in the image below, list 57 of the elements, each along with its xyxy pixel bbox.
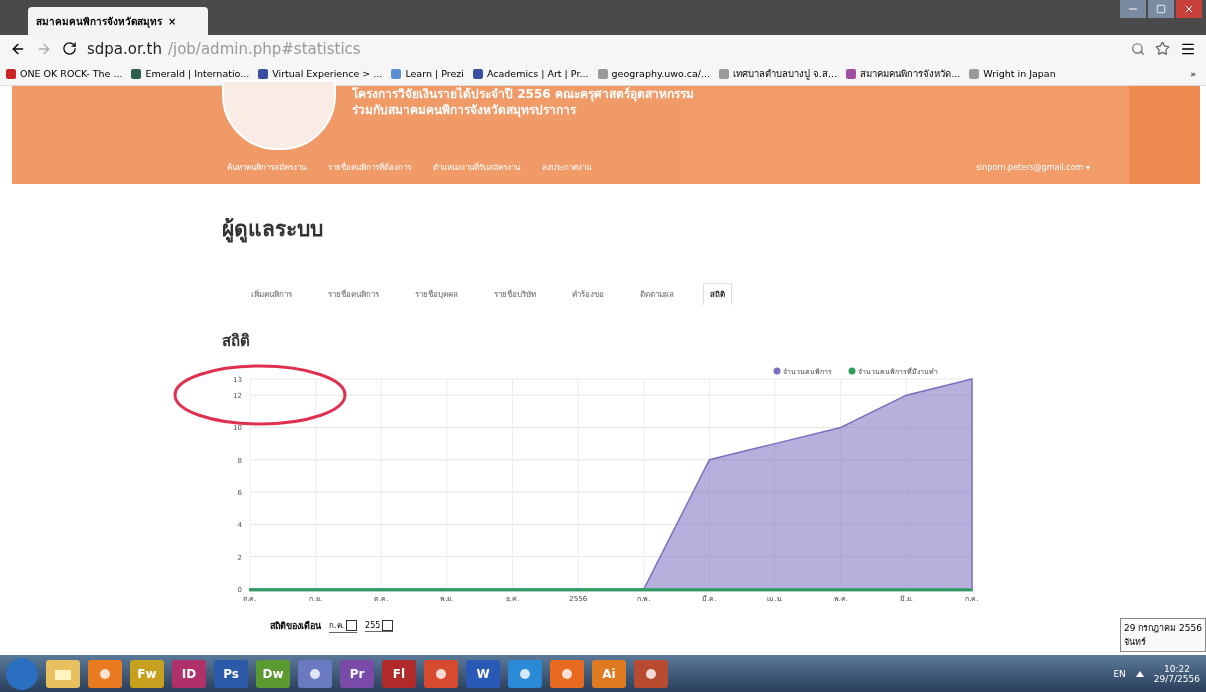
tab[interactable]: รายชื่อคนพิการ [321, 283, 386, 305]
language-indicator[interactable]: EN [1113, 668, 1126, 679]
bookmark[interactable]: geography.uwo.ca/... [597, 68, 711, 79]
app-icon [308, 666, 322, 681]
taskbar-app[interactable]: W [466, 659, 500, 688]
date-tooltip: 29 กรกฎาคม 2556 จันทร์ [1119, 618, 1206, 652]
bookmark[interactable]: เทศบาลตำบลบางปู จ.ส... [719, 66, 838, 81]
start-button[interactable] [6, 657, 38, 690]
bookmark[interactable]: Emerald | Internatio... [131, 68, 250, 79]
clock[interactable]: 10:22 29/7/2556 [1153, 663, 1200, 684]
taskbar-app[interactable] [550, 659, 584, 688]
app-icon [560, 666, 574, 681]
taskbar-app[interactable]: Ps [214, 659, 248, 688]
tab[interactable]: สถิติ [703, 283, 732, 305]
taskbar-app[interactable]: ID [172, 659, 206, 688]
app-icon [98, 666, 112, 681]
reload-icon[interactable] [62, 41, 77, 56]
star-icon[interactable] [1155, 41, 1170, 56]
maximize-icon [1156, 4, 1166, 14]
more-bookmarks[interactable]: » [1190, 68, 1196, 79]
taskbar-app[interactable] [46, 659, 80, 688]
app-icon [644, 666, 658, 681]
header-title: โครงการวิจัยเงินรายได้ประจำปี 2556 คณะครุศาสตร์อุตสาหกรรม [352, 86, 695, 102]
filter-label: สถิติของเดือน [270, 619, 321, 633]
section-title: สถิติ [222, 331, 251, 352]
tab[interactable]: เพิ่มคนพิการ [244, 283, 299, 305]
taskbar-app[interactable] [298, 659, 332, 688]
bookmark[interactable]: สมาคมคนพิการจังหวัด... [846, 66, 961, 81]
close-button[interactable] [1176, 0, 1202, 18]
close-icon [1183, 3, 1195, 15]
tray-arrow-icon[interactable] [1135, 670, 1144, 677]
bookmark[interactable]: ONE OK ROCK- The ... [6, 68, 123, 79]
taskbar-app[interactable]: Dw [256, 659, 290, 688]
page-title: ผู้ดูแลระบบ [222, 216, 324, 245]
year-select[interactable]: 255 [365, 620, 394, 632]
tab[interactable]: รายชื่อบริษัท [487, 283, 543, 305]
app-icon [434, 666, 448, 681]
app-icon [518, 666, 532, 681]
header-subtitle: ร่วมกับสมาคมคนพิการจังหวัดสมุทรปราการ [352, 102, 578, 118]
bookmark[interactable]: Wright in Japan [969, 68, 1056, 79]
tab[interactable]: รายชื่อบุคคล [408, 283, 465, 305]
close-icon[interactable]: × [168, 15, 177, 27]
month-select[interactable]: ก.ค. [329, 619, 358, 633]
taskbar-app[interactable]: Pr [340, 659, 374, 688]
browser-tab[interactable]: สมาคมคนพิการจังหวัดสมุทร × [28, 7, 208, 35]
bookmark[interactable]: Virtual Experience > ... [258, 68, 383, 79]
bookmark[interactable]: Academics | Art | Pr... [472, 68, 589, 79]
bookmark[interactable]: Learn | Prezi [391, 68, 464, 79]
taskbar-app[interactable] [424, 659, 458, 688]
taskbar-app[interactable]: Fl [382, 659, 416, 688]
zoom-icon[interactable] [1131, 41, 1145, 56]
maximize-button[interactable] [1148, 0, 1174, 18]
tab[interactable]: ติดตามผล [633, 283, 681, 305]
taskbar-app[interactable] [88, 659, 122, 688]
taskbar-app[interactable] [508, 659, 542, 688]
taskbar-app[interactable] [634, 659, 668, 688]
tab[interactable]: คำร้องขอ [565, 283, 611, 305]
